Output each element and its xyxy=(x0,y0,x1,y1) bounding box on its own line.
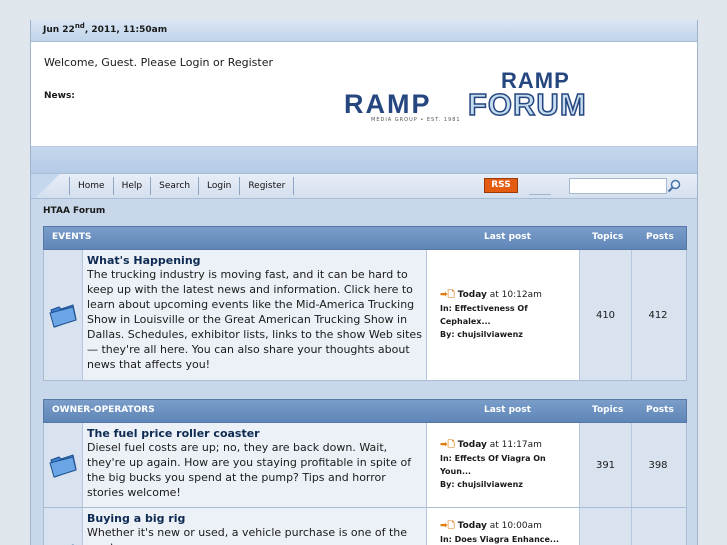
col-last-post: Last post xyxy=(484,232,531,242)
ramp-logo-subtitle: MEDIA GROUP • EST. 1981 xyxy=(371,117,461,123)
board-last-post: ➡🗋 Today at 10:12am In: Effectiveness Of… xyxy=(427,250,580,380)
in-label: In: xyxy=(440,454,455,463)
category-title[interactable]: OWNER-OPERATORS xyxy=(52,400,155,420)
board-last-post: ➡🗋 Today at 10:00am In: Does Viagra Enha… xyxy=(427,508,580,545)
last-post-author-link[interactable]: chujsilviawenz xyxy=(457,480,523,489)
board-posts-count: 398 xyxy=(632,423,684,507)
board-title[interactable]: Buying a big rig xyxy=(87,512,422,525)
last-post-hour: at 10:00am xyxy=(486,521,542,531)
by-label: By: xyxy=(440,330,458,339)
board-topics-count: 391 xyxy=(580,423,632,507)
last-post-time[interactable]: ➡🗋 Today at 11:17am xyxy=(440,439,579,452)
rss-button[interactable]: RSS xyxy=(484,178,518,193)
board-topics-count: 410 xyxy=(580,250,632,380)
category-header: EVENTS Last post Topics Posts xyxy=(43,226,687,250)
board-info: Buying a big rig Whether it's new or use… xyxy=(83,508,427,545)
last-post-topic-link[interactable]: Does Viagra Enhance... xyxy=(455,535,559,544)
board-last-post: ➡🗋 Today at 11:17am In: Effects Of Viagr… xyxy=(427,423,580,507)
board-description: Diesel fuel costs are up; no, they are b… xyxy=(87,441,412,499)
last-post-topic[interactable]: In: Effectiveness Of Cephalex... xyxy=(440,302,579,328)
forum-header: Welcome, Guest. Please Login or Register… xyxy=(31,42,697,147)
nav-tab-decoration xyxy=(31,174,65,198)
last-post-day: Today xyxy=(457,290,487,300)
last-post-time[interactable]: ➡🗋 Today at 10:00am xyxy=(440,520,579,533)
col-topics: Topics xyxy=(592,232,624,242)
nav-login[interactable]: Login xyxy=(199,177,241,195)
welcome-text: Welcome, Guest. Please Login or Register xyxy=(44,56,274,69)
board-topics-count xyxy=(580,508,632,545)
date-bar: Jun 22nd, 2011, 11:50am xyxy=(31,20,697,42)
category-events: EVENTS Last post Topics Posts What's Hap… xyxy=(43,226,687,381)
category-header: OWNER-OPERATORS Last post Topics Posts xyxy=(43,399,687,423)
last-post-time[interactable]: ➡🗋 Today at 10:12am xyxy=(440,289,579,302)
date-suffix-sup: nd xyxy=(74,22,85,30)
last-post-day: Today xyxy=(457,521,487,531)
search-input[interactable] xyxy=(569,178,667,194)
board-row: Buying a big rig Whether it's new or use… xyxy=(43,508,687,545)
nav-divider-decoration xyxy=(529,177,551,195)
board-description: Whether it's new or used, a vehicle purc… xyxy=(87,526,408,545)
category-title[interactable]: EVENTS xyxy=(52,227,91,247)
col-topics: Topics xyxy=(592,405,624,415)
folder-icon xyxy=(49,454,77,478)
nav-home[interactable]: Home xyxy=(69,177,114,195)
forum-frame: Jun 22nd, 2011, 11:50am Welcome, Guest. … xyxy=(30,20,698,545)
board-posts-count xyxy=(632,508,684,545)
nav-register[interactable]: Register xyxy=(240,177,295,195)
board-title[interactable]: The fuel price roller coaster xyxy=(87,427,422,440)
by-label: By: xyxy=(440,480,458,489)
nav-search[interactable]: Search xyxy=(151,177,200,195)
in-label: In: xyxy=(440,304,455,313)
news-label: News: xyxy=(44,91,75,101)
nav-menu: Home Help Search Login Register xyxy=(69,177,295,195)
board-row: What's Happening The trucking industry i… xyxy=(43,250,687,381)
category-owner-operators: OWNER-OPERATORS Last post Topics Posts T… xyxy=(43,399,687,545)
board-icon-cell xyxy=(44,250,83,380)
last-post-topic-link[interactable]: Effects Of Viagra On Youn... xyxy=(440,454,546,476)
breadcrumb[interactable]: HTAA Forum xyxy=(31,199,697,226)
date-rest: , 2011, 11:50am xyxy=(84,25,168,35)
board-description: The trucking industry is moving fast, an… xyxy=(87,268,422,371)
last-post-topic[interactable]: In: Does Viagra Enhance... xyxy=(440,533,579,545)
folder-icon xyxy=(49,304,77,328)
col-posts: Posts xyxy=(646,232,674,242)
last-post-author[interactable]: By: chujsilviawenz xyxy=(440,478,579,491)
last-post-author-link[interactable]: chujsilviawenz xyxy=(457,330,523,339)
last-post-arrow-icon: ➡🗋 xyxy=(440,290,455,300)
last-post-day: Today xyxy=(457,440,487,450)
board-posts-count: 412 xyxy=(632,250,684,380)
last-post-hour: at 11:17am xyxy=(486,440,542,450)
search-icon[interactable] xyxy=(667,179,681,193)
board-icon-cell xyxy=(44,508,83,545)
col-last-post: Last post xyxy=(484,405,531,415)
last-post-topic[interactable]: In: Effects Of Viagra On Youn... xyxy=(440,452,579,478)
board-title[interactable]: What's Happening xyxy=(87,254,422,267)
date-prefix: Jun 22 xyxy=(43,25,75,35)
last-post-author[interactable]: By: chujsilviawenz xyxy=(440,328,579,341)
header-band xyxy=(31,147,697,173)
last-post-hour: at 10:12am xyxy=(486,290,542,300)
board-info: What's Happening The trucking industry i… xyxy=(83,250,427,380)
in-label: In: xyxy=(440,535,455,544)
board-icon-cell xyxy=(44,423,83,507)
nav-help[interactable]: Help xyxy=(114,177,152,195)
nav-bar: Home Help Search Login Register RSS xyxy=(31,173,697,199)
col-posts: Posts xyxy=(646,405,674,415)
board-info: The fuel price roller coaster Diesel fue… xyxy=(83,423,427,507)
board-row: The fuel price roller coaster Diesel fue… xyxy=(43,423,687,508)
ramp-forum-logo: FORUM xyxy=(467,88,622,121)
ramp-logo: RAMP xyxy=(344,89,432,119)
last-post-arrow-icon: ➡🗋 xyxy=(440,521,455,531)
last-post-arrow-icon: ➡🗋 xyxy=(440,440,455,450)
